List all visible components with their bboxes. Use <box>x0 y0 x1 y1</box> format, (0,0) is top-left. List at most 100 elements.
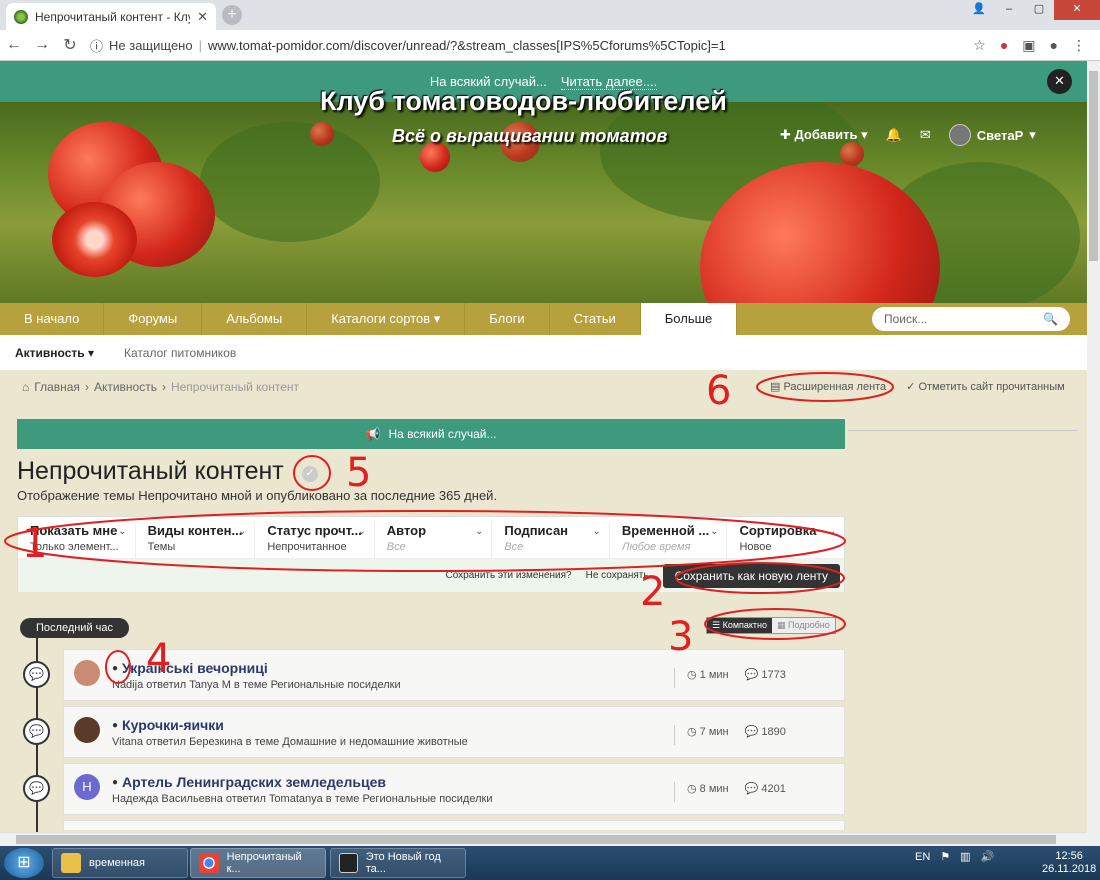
language-indicator[interactable]: EN <box>915 851 930 863</box>
maximize-button[interactable]: ▢ <box>1024 0 1054 20</box>
account-icon[interactable]: 👤 <box>964 0 994 20</box>
browser-tab[interactable]: Непрочитаный контент - Клуб т ✕ <box>6 3 216 30</box>
filter-read-status[interactable]: Статус прочт... Непрочитанное ⌄ <box>255 523 375 558</box>
mail-icon[interactable]: ✉ <box>920 127 931 143</box>
vertical-scrollbar[interactable] <box>1087 61 1100 846</box>
user-menu[interactable]: СветаР ▾ <box>948 124 1036 146</box>
search-icon[interactable]: 🔍 <box>1043 312 1058 326</box>
dont-save-link[interactable]: Не сохранять <box>586 570 649 581</box>
filter-subscribed[interactable]: Подписан Все ⌄ <box>492 523 610 558</box>
omnibox-divider: | <box>198 37 202 53</box>
detailed-view-button[interactable]: ▦ Подробно <box>772 618 835 633</box>
star-icon[interactable]: ☆ <box>973 37 986 54</box>
menu-icon[interactable]: ⋮ <box>1072 37 1086 54</box>
topic-title[interactable]: Артель Ленинградских земледельцев <box>112 774 386 790</box>
reply-count: 💬 4201 <box>745 782 786 802</box>
subnav-activity[interactable]: Активность ▾ <box>15 346 94 360</box>
comment-icon: 💬 <box>744 726 762 738</box>
crumb-activity[interactable]: Активность <box>94 380 157 394</box>
info-icon[interactable]: ⓘ <box>90 36 103 55</box>
minimize-button[interactable]: – <box>994 0 1024 20</box>
time-ago: ◷ 1 мин <box>687 668 729 688</box>
nav-more[interactable]: Больше <box>640 303 738 335</box>
chrome-icon <box>199 853 219 873</box>
filter-content-types[interactable]: Виды контен... Темы ⌄ <box>136 523 256 558</box>
taskbar-item-chrome[interactable]: Непрочитаный к... <box>190 848 326 878</box>
clock-time: 12:56 <box>1055 850 1083 862</box>
reply-count: 💬 1890 <box>745 725 786 745</box>
extension-icon[interactable]: ● <box>1000 37 1008 54</box>
forward-icon[interactable]: → <box>28 36 56 54</box>
reload-icon[interactable]: ↻ <box>56 35 84 55</box>
subnav-nurseries[interactable]: Каталог питомников <box>124 346 236 360</box>
topic-title[interactable]: Українські вечорниці <box>112 660 268 676</box>
list-item-partial[interactable] <box>63 820 845 830</box>
site-title[interactable]: Клуб томатоводов-любителей <box>320 86 727 117</box>
nav-forums[interactable]: Форумы <box>104 303 203 335</box>
nav-albums[interactable]: Альбомы <box>202 303 308 335</box>
filter-label: Сортировка <box>739 523 817 538</box>
close-tab-icon[interactable]: ✕ <box>197 9 208 25</box>
time-ago-value: 8 мин <box>699 783 729 795</box>
avatar[interactable] <box>74 717 100 743</box>
filter-show-me[interactable]: Показать мне Только элемент... ⌄ <box>18 523 136 558</box>
profile-icon[interactable]: ● <box>1050 37 1058 54</box>
bell-icon[interactable]: 🔔 <box>886 127 902 143</box>
network-icon[interactable]: ▥ <box>960 850 970 863</box>
mark-read-link[interactable]: ✓ Отметить сайт прочитанным <box>906 380 1065 393</box>
username: СветаР <box>976 127 1024 143</box>
time-ago-value: 7 мин <box>699 726 729 738</box>
nav-home[interactable]: В начало <box>0 303 105 335</box>
back-icon[interactable]: ← <box>0 36 28 54</box>
crumb-home[interactable]: Главная <box>34 380 80 394</box>
nav-articles[interactable]: Статьи <box>550 303 641 335</box>
flag-icon[interactable]: ⚑ <box>940 850 950 863</box>
compact-label: Компактно <box>722 620 768 630</box>
topic-subtitle: Надежда Васильевна ответил Tomatanya в т… <box>112 793 493 805</box>
topic-title[interactable]: Курочки-яички <box>112 717 224 733</box>
filter-label: Подписан <box>504 523 569 538</box>
close-window-button[interactable]: ✕ <box>1054 0 1100 20</box>
list-icon: ☰ <box>712 620 723 630</box>
nav-blogs[interactable]: Блоги <box>465 303 550 335</box>
avatar[interactable]: Н <box>74 774 100 800</box>
list-item[interactable]: Українські вечорниці Nadija ответил Tany… <box>63 649 845 701</box>
volume-icon[interactable]: 🔊 <box>981 850 995 863</box>
comment-icon: 💬 <box>744 669 762 681</box>
tab-title: Непрочитаный контент - Клуб т <box>35 9 190 24</box>
scroll-thumb[interactable] <box>1089 71 1098 261</box>
start-button[interactable]: ⊞ <box>4 848 44 878</box>
list-item[interactable]: Н Артель Ленинградских земледельцев Наде… <box>63 763 845 815</box>
horizontal-scrollbar[interactable] <box>0 832 1087 846</box>
avatar <box>948 124 971 146</box>
list-item[interactable]: Курочки-яички Vitana ответил Березкина в… <box>63 706 845 758</box>
crumb-separator: › <box>84 380 89 394</box>
avatar[interactable] <box>74 660 100 686</box>
extension-2-icon[interactable]: ▣ <box>1022 37 1035 54</box>
clock[interactable]: 12:56 26.11.2018 <box>1042 850 1096 876</box>
clock-date: 26.11.2018 <box>1042 863 1097 875</box>
info-banner[interactable]: 📢 На всякий случай... <box>17 419 845 449</box>
mark-read-check-icon[interactable]: ✓ <box>302 466 318 482</box>
save-changes-link[interactable]: Сохранить эти изменения? <box>446 570 572 581</box>
taskbar-item-folder[interactable]: временная <box>52 848 188 878</box>
url-text[interactable]: www.tomat-pomidor.com/discover/unread/?&… <box>208 38 726 53</box>
save-as-new-feed-button[interactable]: Сохранить как новую ленту <box>662 563 840 588</box>
filter-time-period[interactable]: Временной ... Любое время ⌄ <box>610 523 728 558</box>
close-announcement-icon[interactable]: ✕ <box>1047 69 1072 94</box>
sub-nav: Активность ▾ Каталог питомников <box>0 335 1087 370</box>
compact-view-button[interactable]: ☰ Компактно <box>707 618 773 633</box>
new-tab-button[interactable]: + <box>222 5 242 25</box>
add-menu[interactable]: ✚ Добавить ▾ <box>780 127 868 143</box>
scroll-thumb[interactable] <box>16 835 1056 844</box>
filter-sort[interactable]: Сортировка Новое ⌄ <box>727 523 844 558</box>
plus-icon: ✚ <box>780 127 795 142</box>
filter-value: Любое время <box>621 541 691 553</box>
search-input[interactable]: Поиск... 🔍 <box>872 307 1070 331</box>
omnibox[interactable]: ⓘ Не защищено | www.tomat-pomidor.com/di… <box>90 34 973 56</box>
address-bar: ← → ↻ ⓘ Не защищено | www.tomat-pomidor.… <box>0 30 1100 61</box>
extended-feed-link[interactable]: ▤ Расширенная лента <box>770 380 886 393</box>
taskbar-item-video[interactable]: Это Новый год та... <box>330 848 466 878</box>
filter-author[interactable]: Автор Все ⌄ <box>375 523 493 558</box>
nav-catalogs[interactable]: Каталоги сортов ▾ <box>307 303 466 335</box>
